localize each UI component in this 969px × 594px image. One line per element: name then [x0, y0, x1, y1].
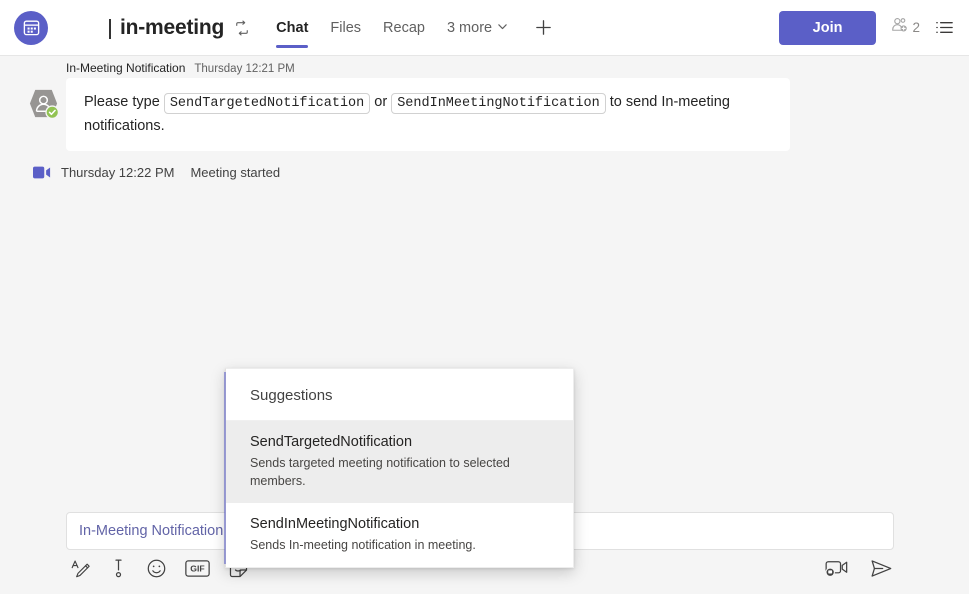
header-actions: Join 2 — [779, 11, 969, 45]
participant-count: 2 — [912, 20, 920, 35]
system-event-timestamp: Thursday 12:22 PM — [61, 165, 174, 180]
calendar-icon — [14, 11, 48, 45]
system-event-label: Meeting started — [190, 165, 280, 180]
app-header: in-meeting Chat Files Recap 3 more — [0, 0, 969, 56]
bot-avatar-icon — [27, 87, 60, 120]
emoji-icon[interactable] — [146, 558, 167, 584]
message-sender: In-Meeting Notification — [66, 61, 185, 75]
list-icon[interactable] — [934, 17, 955, 38]
format-text-icon[interactable] — [70, 558, 91, 584]
suggestion-subtitle: Sends In-meeting notification in meeting… — [250, 536, 549, 554]
system-event-row: Thursday 12:22 PM Meeting started — [0, 165, 969, 180]
message-header: In-Meeting Notification Thursday 12:21 P… — [66, 61, 949, 75]
tab-recap-label: Recap — [383, 20, 425, 36]
video-camera-icon — [33, 166, 51, 179]
channel-prefix-bar — [109, 19, 111, 39]
message-item: In-Meeting Notification Thursday 12:21 P… — [0, 61, 969, 151]
add-tab-button[interactable] — [530, 15, 556, 41]
suggestion-subtitle: Sends targeted meeting notification to s… — [250, 454, 549, 490]
suggestion-item-send-inmeeting-notification[interactable]: SendInMeetingNotification Sends In-meeti… — [226, 503, 573, 567]
message-timestamp: Thursday 12:21 PM — [194, 63, 294, 75]
participants-indicator[interactable]: 2 — [890, 16, 920, 40]
suggestion-title: SendTargetedNotification — [250, 432, 549, 452]
important-icon[interactable] — [109, 558, 128, 584]
join-button[interactable]: Join — [779, 11, 877, 45]
command-chip-send-targeted: SendTargetedNotification — [164, 93, 370, 114]
svg-text:GIF: GIF — [190, 563, 204, 573]
channel-title-group: in-meeting — [109, 16, 251, 40]
video-message-icon[interactable] — [825, 559, 848, 583]
tab-files[interactable]: Files — [319, 0, 372, 56]
suggestions-popover: Suggestions SendTargetedNotification Sen… — [225, 368, 574, 568]
suggestions-header: Suggestions — [226, 369, 573, 421]
compose-actions — [825, 558, 893, 584]
chevron-down-icon — [497, 20, 508, 36]
command-chip-send-inmeeting: SendInMeetingNotification — [391, 93, 606, 114]
tab-more-label: 3 more — [447, 20, 492, 36]
tab-bar: Chat Files Recap 3 more — [265, 0, 556, 56]
tab-chat-label: Chat — [276, 20, 308, 36]
tab-more[interactable]: 3 more — [436, 0, 519, 56]
message-text-part-1: Please type — [84, 94, 164, 110]
suggestion-item-send-targeted-notification[interactable]: SendTargetedNotification Sends targeted … — [226, 421, 573, 503]
system-event-text: Thursday 12:22 PM Meeting started — [61, 165, 280, 180]
send-icon[interactable] — [870, 558, 893, 584]
add-people-icon — [890, 16, 909, 40]
tab-recap[interactable]: Recap — [372, 0, 436, 56]
sync-icon[interactable] — [233, 19, 251, 37]
message-input-value: In-Meeting Notification — [79, 523, 223, 539]
message-text-part-2: or — [370, 94, 391, 110]
message-bubble: Please type SendTargetedNotification or … — [66, 78, 790, 151]
page-title: in-meeting — [120, 16, 224, 40]
suggestion-title: SendInMeetingNotification — [250, 514, 549, 534]
tab-files-label: Files — [330, 20, 361, 36]
tab-chat[interactable]: Chat — [265, 0, 319, 56]
giphy-icon[interactable]: GIF — [185, 559, 210, 583]
